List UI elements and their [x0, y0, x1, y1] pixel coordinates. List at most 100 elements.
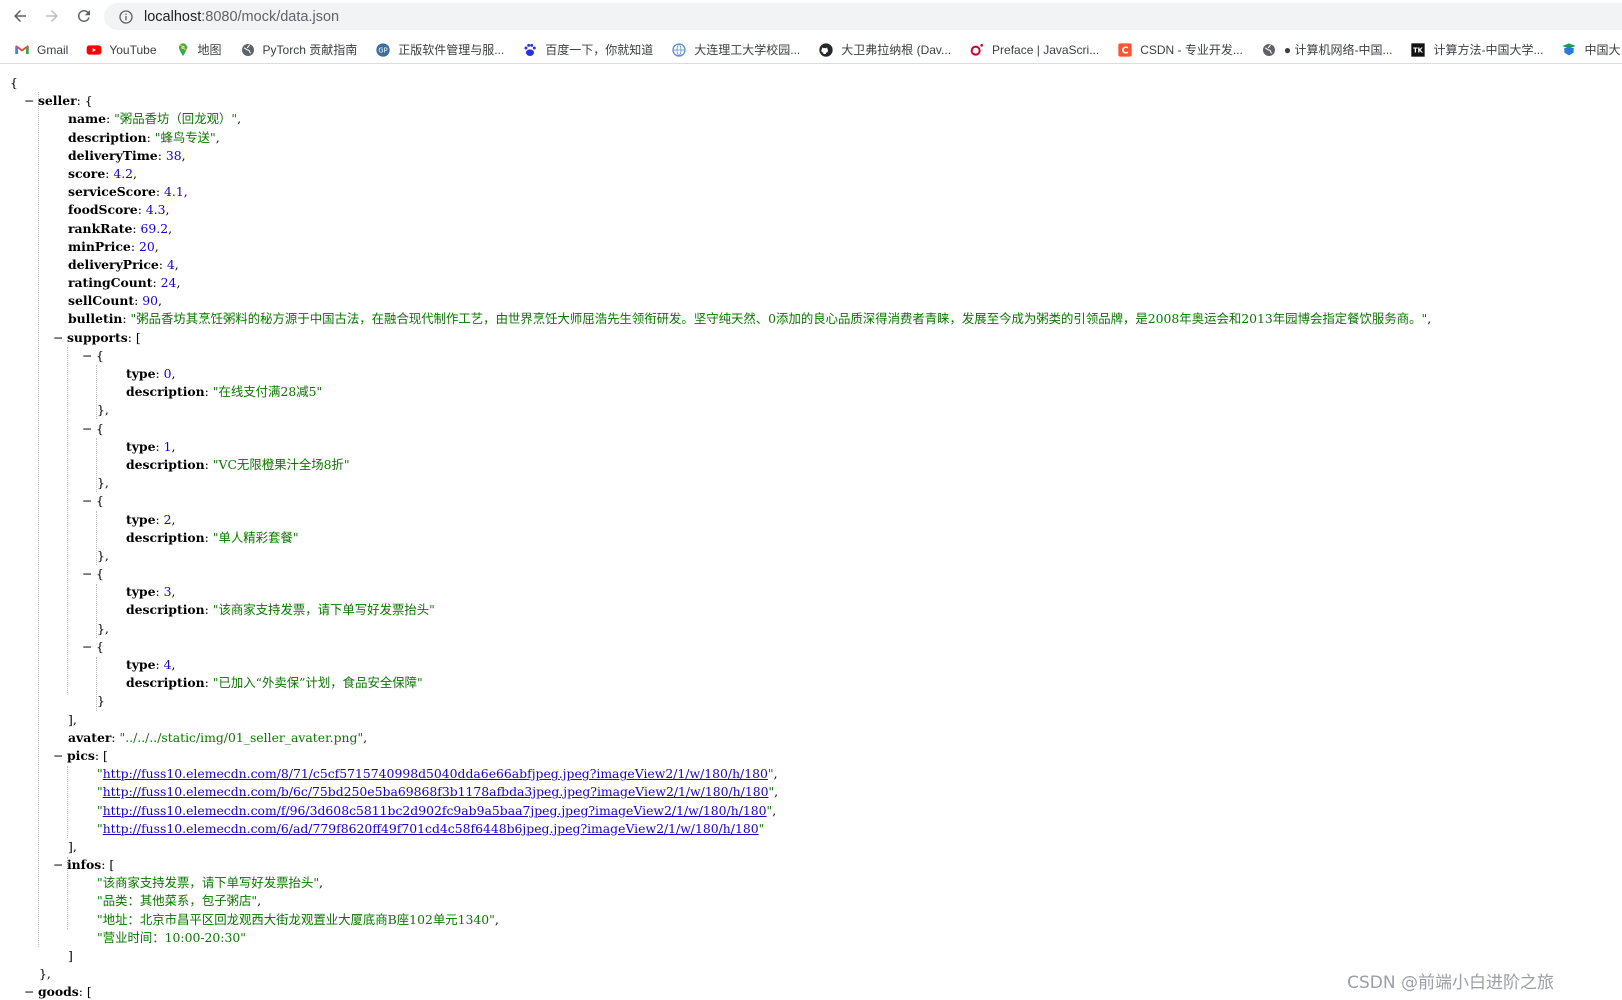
- bookmark-youtube[interactable]: YouTube: [86, 42, 157, 58]
- json-support-description: description: "在线支付满28减5": [126, 384, 323, 400]
- svg-text:C: C: [1122, 45, 1129, 56]
- json-info-item: "品类：其他菜系，包子粥店",: [97, 893, 262, 909]
- json-info-item: "营业时间：10:00-20:30": [97, 929, 246, 945]
- json-line-supports: − supports: [: [10, 329, 1431, 347]
- bookmark-pytorch[interactable]: PyTorch 贡献指南: [240, 41, 357, 58]
- json-line-minPrice: minPrice: 20,: [68, 238, 159, 254]
- json-line-description: description: "蜂鸟专送",: [68, 129, 220, 145]
- json-viewer: { − seller: { name: "粥品香坊（回龙观）", descrip…: [10, 74, 1431, 1000]
- json-line-sellCount: sellCount: 90,: [68, 293, 162, 309]
- json-support-close: },: [97, 402, 109, 418]
- json-support-type: type: 0,: [126, 366, 176, 381]
- gmail-icon: [14, 42, 30, 58]
- info-icon: [119, 9, 133, 24]
- json-line-name: name: "粥品香坊（回龙观）",: [68, 111, 242, 127]
- bookmark-github[interactable]: 大卫弗拉纳根 (Dav...: [818, 41, 951, 58]
- maps-icon: [175, 42, 191, 58]
- json-support-close: },: [97, 620, 109, 636]
- json-pic-item: "http://fuss10.elemecdn.com/b/6c/75bd250…: [97, 784, 779, 800]
- bookmark-baidu[interactable]: 百度一下，你就知道: [522, 41, 653, 58]
- json-pics-close: ],: [68, 838, 77, 854]
- json-support-close: },: [97, 475, 109, 491]
- json-line-bulletin: bulletin: "粥品香坊其烹饪粥料的秘方源于中国古法，在融合现代制作工艺，…: [68, 311, 1432, 327]
- json-line-pics: − pics: [: [10, 747, 1431, 765]
- collapse-toggle[interactable]: −: [82, 638, 92, 656]
- json-seller-close: },: [39, 966, 51, 982]
- url-text: localhost:8080/mock/data.json: [144, 8, 340, 25]
- json-support-type: type: 1,: [126, 438, 176, 454]
- json-support-description: description: "已加入“外卖保”计划，食品安全保障": [126, 675, 423, 691]
- collapse-toggle[interactable]: −: [82, 347, 92, 365]
- collapse-toggle[interactable]: −: [53, 747, 63, 765]
- csdn-watermark: CSDN @前端小白进阶之旅: [1347, 973, 1554, 993]
- json-support-open: − {: [10, 347, 1431, 365]
- pic-link[interactable]: http://fuss10.elemecdn.com/8/71/c5cf5715…: [103, 766, 768, 781]
- browser-toolbar: localhost:8080/mock/data.json: [0, 0, 1622, 32]
- json-line-ratingCount: ratingCount: 24,: [68, 275, 181, 291]
- json-support-close: },: [97, 547, 109, 563]
- bookmarks-bar: Gmail YouTube 地图 PyTorch 贡献指南 GP 正版软件管理与…: [0, 36, 1622, 64]
- youtube-icon: [86, 42, 102, 58]
- json-support-open: − {: [10, 492, 1431, 510]
- mooc-icon: [1561, 42, 1577, 58]
- campus-icon: [671, 42, 687, 58]
- bookmark-mooc[interactable]: 中国大: [1561, 41, 1620, 58]
- collapse-toggle[interactable]: −: [53, 329, 63, 347]
- json-goods-line: − goods: [: [10, 983, 1431, 1000]
- globe-icon: [1261, 42, 1277, 58]
- bookmark-software[interactable]: GP 正版软件管理与服...: [375, 41, 504, 58]
- collapse-toggle[interactable]: −: [82, 420, 92, 438]
- json-line-deliveryPrice: deliveryPrice: 4,: [68, 256, 179, 272]
- collapse-toggle[interactable]: −: [82, 565, 92, 583]
- json-open-brace: {: [10, 75, 18, 90]
- json-support-type: type: 2,: [126, 511, 176, 527]
- reload-button[interactable]: [72, 4, 96, 28]
- back-button[interactable]: [8, 4, 32, 28]
- json-line-avater: avater: "../../../static/img/01_seller_a…: [68, 729, 368, 745]
- json-support-close: }: [97, 693, 105, 709]
- bookmark-maps[interactable]: 地图: [175, 41, 222, 58]
- json-supports-close: ],: [68, 711, 77, 727]
- tk-icon: TK: [1410, 42, 1426, 58]
- pic-link[interactable]: http://fuss10.elemecdn.com/b/6c/75bd250e…: [103, 784, 769, 799]
- bookmark-oreilly[interactable]: Preface | JavaScri...: [969, 42, 1099, 58]
- json-pic-item: "http://fuss10.elemecdn.com/f/96/3d608c5…: [97, 802, 777, 818]
- oreilly-icon: [969, 42, 985, 58]
- json-pic-item: "http://fuss10.elemecdn.com/6/ad/779f862…: [97, 820, 765, 836]
- csdn-icon: C: [1117, 42, 1133, 58]
- pic-link[interactable]: http://fuss10.elemecdn.com/6/ad/779f8620…: [103, 821, 759, 836]
- json-support-open: − {: [10, 565, 1431, 583]
- json-line-infos: − infos: [: [10, 856, 1431, 874]
- json-support-type: type: 4,: [126, 657, 176, 672]
- collapse-toggle[interactable]: −: [24, 92, 34, 110]
- json-support-description: description: "单人精彩套餐": [126, 529, 299, 545]
- json-support-description: description: "该商家支持发票，请下单写好发票抬头": [126, 602, 435, 618]
- bookmark-gmail[interactable]: Gmail: [14, 42, 68, 58]
- bookmark-network[interactable]: ● 计算机网络-中国...: [1261, 41, 1392, 58]
- json-infos-close: ]: [68, 948, 73, 963]
- json-line-serviceScore: serviceScore: 4.1,: [68, 184, 188, 200]
- address-bar[interactable]: localhost:8080/mock/data.json: [104, 3, 1622, 30]
- forward-button[interactable]: [40, 4, 64, 28]
- json-line-foodScore: foodScore: 4.3,: [68, 202, 170, 218]
- arrow-right-icon: [46, 10, 58, 22]
- json-seller-line: − seller: {: [10, 92, 1431, 110]
- json-line-rankRate: rankRate: 69.2,: [68, 220, 173, 236]
- pic-link[interactable]: http://fuss10.elemecdn.com/f/96/3d608c58…: [103, 803, 767, 818]
- bookmark-numerical[interactable]: TK 计算方法-中国大学...: [1410, 41, 1543, 58]
- json-support-description: description: "VC无限橙果汁全场8折": [126, 456, 350, 472]
- software-icon: GP: [375, 42, 391, 58]
- json-info-item: "地址：北京市昌平区回龙观西大街龙观置业大厦底商B座102单元1340",: [97, 911, 499, 927]
- github-icon: [818, 42, 834, 58]
- json-info-item: "该商家支持发票，请下单写好发票抬头",: [97, 875, 323, 891]
- svg-text:GP: GP: [379, 46, 388, 54]
- collapse-toggle[interactable]: −: [24, 983, 34, 1000]
- collapse-toggle[interactable]: −: [53, 856, 63, 874]
- json-pic-item: "http://fuss10.elemecdn.com/8/71/c5cf571…: [97, 766, 778, 782]
- collapse-toggle[interactable]: −: [82, 492, 92, 510]
- baidu-icon: [522, 42, 538, 58]
- json-support-open: − {: [10, 420, 1431, 438]
- arrow-left-icon: [14, 10, 26, 22]
- bookmark-dlut[interactable]: 大连理工大学校园...: [671, 41, 800, 58]
- bookmark-csdn[interactable]: C CSDN - 专业开发...: [1117, 41, 1243, 58]
